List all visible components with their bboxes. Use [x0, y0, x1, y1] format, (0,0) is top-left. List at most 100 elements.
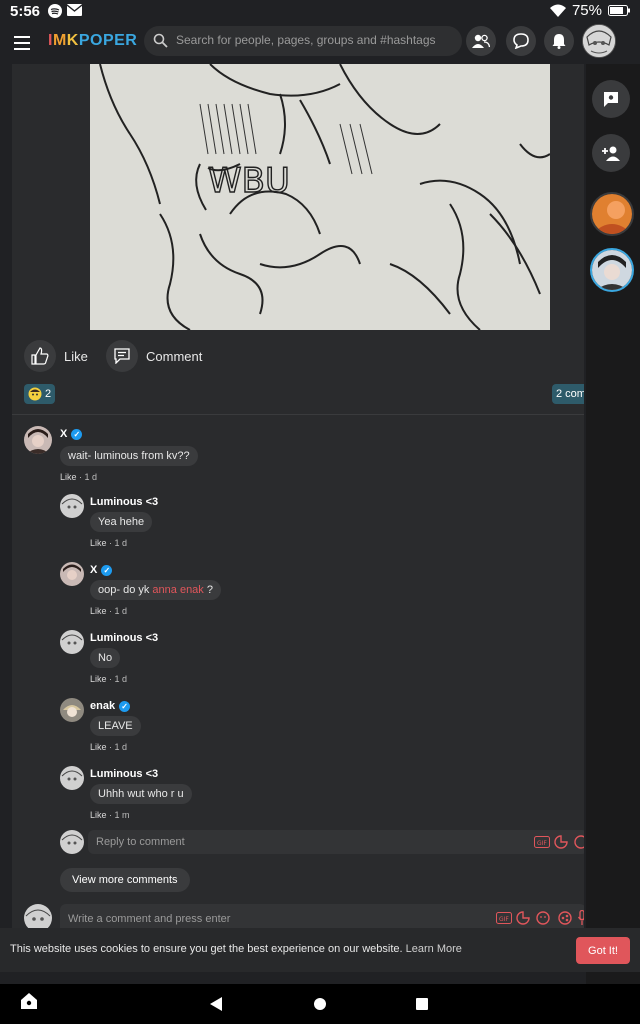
verified-badge-icon: ✓: [101, 564, 113, 576]
avatar[interactable]: [60, 494, 84, 518]
comment-text: Uhhh wut who r u: [90, 784, 192, 804]
comment-time: 1 d: [114, 538, 128, 548]
hamburger-menu-icon[interactable]: [14, 36, 30, 50]
avatar[interactable]: [60, 766, 84, 790]
comments-count-link[interactable]: 2 com: [552, 384, 584, 404]
bell-icon: [552, 34, 566, 49]
divider: [12, 414, 584, 415]
logo-part: POPER: [78, 32, 138, 49]
comment-like-link[interactable]: Like: [90, 606, 107, 616]
contact-avatar[interactable]: [590, 248, 634, 292]
home-icon[interactable]: [313, 997, 327, 1011]
logo-part: M: [52, 32, 67, 49]
add-user-icon: [602, 146, 620, 161]
comment-time: 1 d: [114, 742, 128, 752]
avatar[interactable]: [60, 698, 84, 722]
contact-photo-icon: [592, 194, 632, 234]
contact-photo-icon: [592, 250, 632, 290]
comment-meta: Like · 1 d: [60, 472, 98, 482]
search-input[interactable]: [174, 32, 458, 48]
avatar: [24, 904, 52, 928]
add-friend-button[interactable]: [592, 134, 630, 172]
comment-author[interactable]: Luminous <3: [90, 496, 158, 508]
sketch-avatar-icon: [60, 766, 84, 790]
system-navigation-bar: [0, 984, 640, 1024]
user-photo-icon: [24, 426, 52, 454]
comment-text: Yea hehe: [90, 512, 153, 532]
comment-like-link[interactable]: Like: [60, 472, 77, 482]
comment-author[interactable]: X ✓: [90, 564, 113, 576]
gif-icon[interactable]: GIF: [496, 912, 512, 924]
emoji-icon[interactable]: [574, 835, 584, 849]
messages-button[interactable]: [506, 26, 536, 56]
comment-time: 1 d: [114, 674, 128, 684]
comment-composer: GIF: [24, 904, 584, 928]
comment-time: 1 m: [114, 810, 130, 820]
comment-text: wait- luminous from kv??: [60, 446, 198, 466]
avatar[interactable]: [60, 630, 84, 654]
comment-like-link[interactable]: Like: [90, 742, 107, 752]
reply-input[interactable]: [88, 830, 584, 854]
sketch-avatar-icon: [60, 494, 84, 518]
gif-icon[interactable]: GIF: [534, 836, 550, 848]
comment-icon: [114, 348, 130, 364]
like-button[interactable]: Like: [24, 340, 88, 372]
friends-button[interactable]: [466, 26, 496, 56]
home-screen-icon[interactable]: [20, 992, 38, 1010]
reaction-emoji-icon: [28, 387, 42, 401]
view-more-comments-button[interactable]: View more comments: [60, 868, 190, 892]
spotify-icon: [48, 4, 62, 18]
top-bar: IMKPOPER: [0, 24, 640, 64]
microphone-icon[interactable]: [578, 910, 584, 926]
profile-avatar[interactable]: [582, 24, 616, 58]
avatar: [60, 830, 84, 854]
comment-author[interactable]: X ✓: [60, 428, 83, 440]
comment-like-link[interactable]: Like: [90, 810, 107, 820]
search-bar[interactable]: [144, 26, 462, 56]
notifications-button[interactable]: [544, 26, 574, 56]
left-gutter: [0, 64, 12, 990]
status-bar: 5:56 75%: [0, 0, 640, 24]
back-icon[interactable]: [209, 996, 223, 1012]
learn-more-link[interactable]: Learn More: [406, 943, 462, 955]
sticker-icon[interactable]: [516, 911, 530, 925]
chat-settings-icon: [604, 92, 618, 107]
battery-icon: [608, 5, 630, 16]
post-image[interactable]: WBU: [90, 64, 550, 330]
comment-button[interactable]: Comment: [106, 340, 202, 372]
comment-like-link[interactable]: Like: [90, 538, 107, 548]
thumbs-up-icon: [31, 347, 49, 365]
avatar[interactable]: [60, 562, 84, 586]
sticker-icon[interactable]: [554, 835, 568, 849]
comment-meta: Like · 1 d: [90, 674, 128, 684]
like-label: Like: [64, 348, 88, 364]
right-sidebar: [586, 64, 640, 990]
reply-composer: GIF: [60, 830, 584, 854]
emoji-icon[interactable]: [536, 911, 550, 925]
comment-label: Comment: [146, 348, 203, 364]
comment-meta: Like · 1 d: [90, 606, 128, 616]
mail-icon: [67, 4, 82, 16]
comment-meta: Like · 1 d: [90, 742, 128, 752]
settings-chat-button[interactable]: [592, 80, 630, 118]
reaction-summary[interactable]: 2: [24, 384, 56, 404]
post-card: WBU Like Comment 2 2 com X ✓ wait- lumino…: [12, 64, 584, 928]
comment-meta: Like · 1 d: [90, 538, 128, 548]
comment-author[interactable]: Luminous <3: [90, 768, 158, 780]
accept-cookies-button[interactable]: Got It!: [576, 937, 630, 964]
search-icon: [153, 33, 168, 48]
comment-author[interactable]: Luminous <3: [90, 632, 158, 644]
comment-author[interactable]: enak ✓: [90, 700, 131, 712]
sketch-avatar-icon: [24, 904, 52, 928]
sketch-drawing: WBU: [90, 64, 550, 330]
user-mention-link[interactable]: anna enak: [152, 584, 203, 596]
chat-icon: [513, 33, 529, 49]
post-actions: Like Comment: [12, 340, 584, 376]
sketch-avatar-icon: [60, 830, 84, 854]
contact-avatar[interactable]: [590, 192, 634, 236]
share-icon[interactable]: [558, 911, 572, 925]
avatar[interactable]: [24, 426, 52, 454]
recents-icon[interactable]: [415, 997, 429, 1011]
site-logo[interactable]: IMKPOPER: [48, 32, 137, 50]
comment-like-link[interactable]: Like: [90, 674, 107, 684]
